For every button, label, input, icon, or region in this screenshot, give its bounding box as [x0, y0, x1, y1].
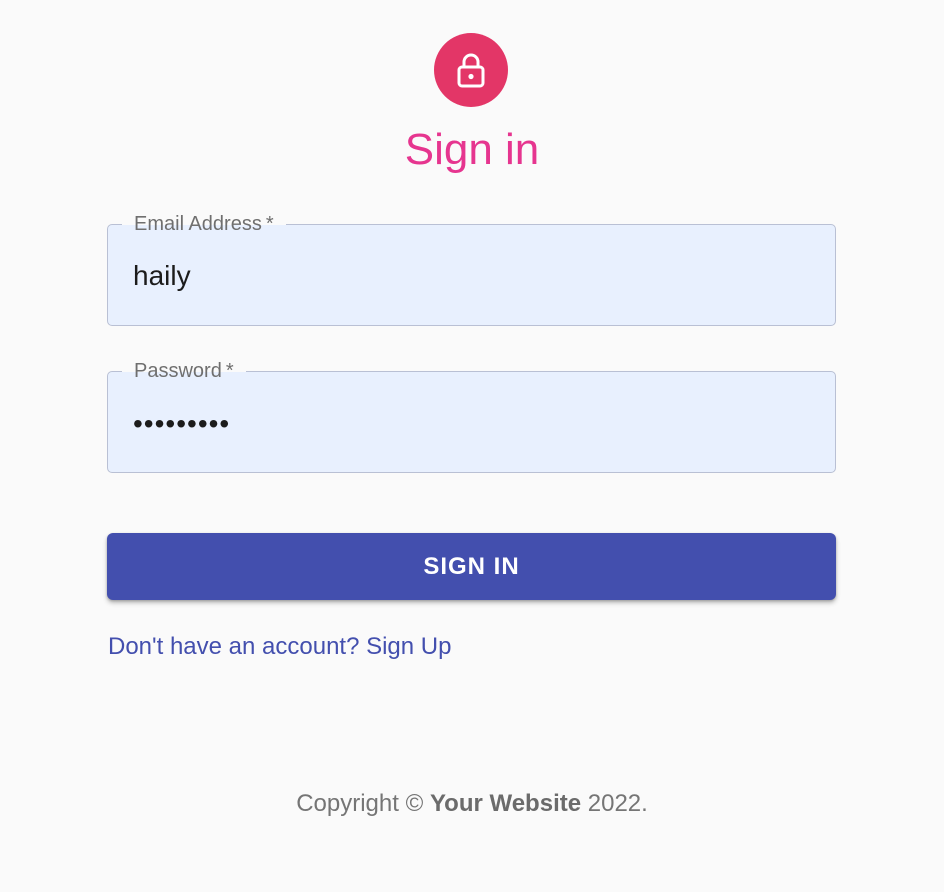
- sign-up-link[interactable]: Don't have an account? Sign Up: [108, 632, 451, 662]
- page-title: Sign in: [404, 125, 540, 174]
- lock-icon: [457, 53, 485, 88]
- copyright-site-name: Your Website: [429, 790, 582, 817]
- password-field[interactable]: Password *: [107, 360, 836, 473]
- password-field-label: Password *: [122, 360, 246, 382]
- password-required-mark: *: [225, 360, 234, 382]
- password-input[interactable]: [133, 406, 813, 442]
- email-required-mark: *: [265, 213, 274, 235]
- copyright-year: 2022.: [587, 790, 648, 817]
- password-label-text: Password: [134, 360, 222, 382]
- avatar: [434, 33, 508, 107]
- email-label-text: Email Address: [134, 213, 262, 235]
- copyright-prefix: Copyright ©: [296, 790, 424, 817]
- email-input[interactable]: [133, 258, 813, 294]
- sign-in-page: Sign in Email Address* Password* SIGN IN…: [0, 0, 944, 892]
- sign-in-button[interactable]: SIGN IN: [107, 533, 836, 600]
- copyright-footer: Copyright © Your Website 2022.: [0, 789, 944, 819]
- email-field-label: Email Address *: [122, 213, 286, 235]
- email-field[interactable]: Email Address *: [107, 213, 836, 326]
